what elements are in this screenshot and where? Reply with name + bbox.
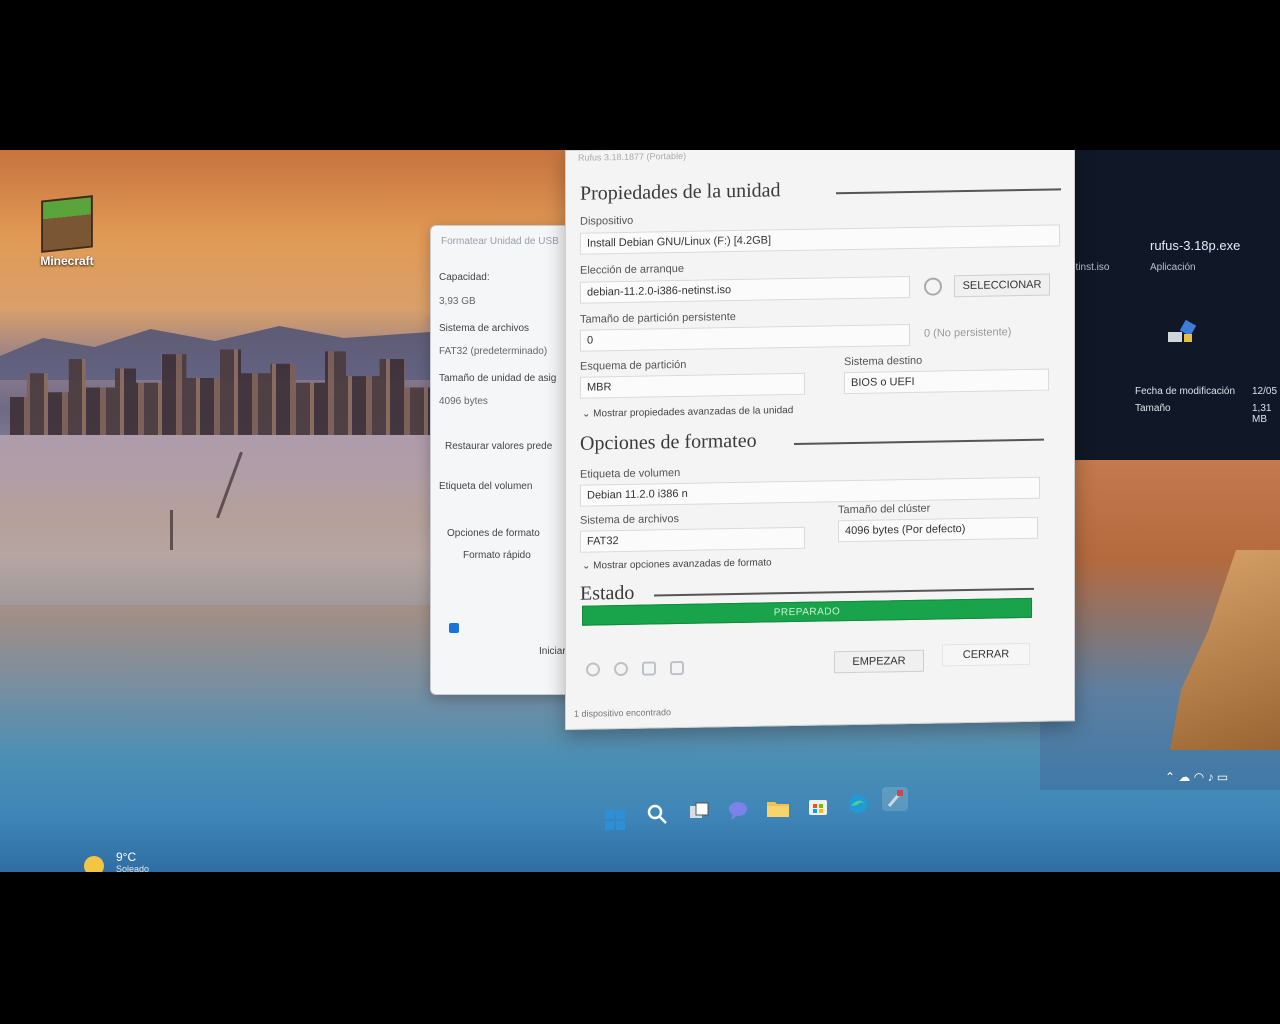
globe-icon[interactable]	[586, 662, 600, 677]
wifi-icon[interactable]: ◠	[1194, 770, 1204, 784]
etiqueta-volumen-label: Etiqueta del volumen	[439, 481, 533, 492]
seleccionar-button[interactable]: SELECCIONAR	[954, 273, 1050, 298]
sistema-destino-label: Sistema destino	[844, 354, 923, 369]
rufus-app-icon	[1166, 319, 1200, 348]
advanced-drive-toggle[interactable]: ⌄ Mostrar propiedades avanzadas de la un…	[582, 405, 793, 420]
section-drive-properties: Propiedades de la unidad	[580, 179, 781, 205]
progress-text: PREPARADO	[773, 606, 841, 619]
tamano-value: 1,31 MB	[1252, 403, 1272, 425]
capacidad-value[interactable]: 3,93 GB	[439, 296, 476, 307]
status-progress-bar: PREPARADO	[582, 597, 1032, 626]
windows-start-icon[interactable]	[602, 808, 628, 832]
etiqueta-volumen-input[interactable]: Debian 11.2.0 i386 n	[580, 476, 1040, 507]
system-tray[interactable]: ⌃ ☁ ◠ ♪ ▭	[1165, 770, 1228, 784]
section-format-rule	[794, 438, 1044, 446]
wallpaper-mountains	[0, 326, 430, 380]
file-name-partial[interactable]: etinst.iso	[1070, 262, 1109, 273]
rufus-window: Rufus 3.18.1877 (Portable) Propiedades d…	[565, 150, 1075, 731]
weather-desc: Soleado	[116, 864, 150, 872]
dispositivo-label: Dispositivo	[580, 214, 634, 228]
iniciar-button[interactable]: Iniciar	[539, 646, 566, 657]
chat-icon[interactable]	[725, 798, 751, 822]
cluster-select[interactable]: 4096 bytes (Por defecto)	[838, 516, 1038, 543]
checksum-icon[interactable]	[924, 277, 942, 296]
chevron-up-icon[interactable]: ⌃	[1165, 770, 1175, 784]
section-format-options: Opciones de formateo	[580, 429, 757, 455]
minecraft-label: Minecraft	[40, 254, 94, 268]
section-drive-rule	[836, 188, 1061, 195]
rufus-file-name[interactable]: rufus-3.18p.exe	[1150, 238, 1240, 253]
fecha-label: Fecha de modificación	[1135, 386, 1236, 397]
esquema-particion-select[interactable]: MBR	[580, 372, 805, 399]
advanced-drive-label: Mostrar propiedades avanzadas de la unid…	[593, 405, 794, 420]
log-icon[interactable]	[670, 660, 684, 676]
eleccion-arranque-label: Elección de arranque	[580, 262, 684, 277]
edge-icon[interactable]	[845, 792, 871, 816]
store-icon[interactable]	[805, 794, 831, 818]
rufus-file-type: Aplicación	[1150, 262, 1196, 273]
advanced-format-toggle[interactable]: ⌄ Mostrar opciones avanzadas de formato	[582, 557, 772, 571]
sistema-destino-select[interactable]: BIOS o UEFI	[844, 368, 1049, 395]
battery-icon[interactable]: ▭	[1217, 770, 1228, 784]
dispositivo-select[interactable]: Install Debian GNU/Linux (F:) [4.2GB]	[580, 224, 1060, 255]
section-status: Estado	[580, 581, 635, 605]
status-bar-text: 1 dispositivo encontrado	[574, 707, 672, 719]
persistente-slider[interactable]: 0	[580, 323, 910, 352]
format-window-title: Formatear Unidad de USB	[441, 236, 559, 247]
task-view-icon[interactable]	[686, 800, 712, 824]
chevron-down-icon: ⌄	[582, 408, 594, 420]
tamano-unidad-value[interactable]: 4096 bytes	[439, 396, 488, 407]
persistente-note: 0 (No persistente)	[924, 326, 1012, 340]
format-usb-window: Formatear Unidad de USB Capacidad: 3,93 …	[430, 225, 580, 695]
formato-rapido-label: Formato rápido	[463, 550, 531, 561]
sistema-archivos-label: Sistema de archivos	[439, 323, 530, 334]
cloud-icon: ☁	[1178, 770, 1191, 784]
weather-temp: 9°C	[116, 850, 137, 864]
opciones-formato-label: Opciones de formato	[447, 528, 540, 539]
eleccion-arranque-select[interactable]: debian-11.2.0-i386-netinst.iso	[580, 275, 910, 304]
capacidad-label: Capacidad:	[439, 272, 490, 283]
cluster-label: Tamaño del clúster	[838, 502, 931, 517]
empezar-button[interactable]: EMPEZAR	[834, 649, 924, 674]
formato-rapido-checkbox[interactable]	[449, 623, 459, 633]
fs-label: Sistema de archivos	[580, 513, 680, 527]
esquema-particion-label: Esquema de partición	[580, 358, 687, 373]
volume-icon[interactable]: ♪	[1208, 770, 1214, 784]
info-icon[interactable]	[614, 661, 628, 677]
search-icon[interactable]	[644, 802, 670, 826]
rufus-title: Rufus 3.18.1877 (Portable)	[578, 150, 687, 163]
rufus-icon[interactable]	[882, 787, 908, 811]
weather-icon	[84, 856, 104, 872]
persistente-label: Tamaño de partición persistente	[580, 311, 736, 326]
settings-icon[interactable]	[642, 661, 656, 676]
chevron-down-icon: ⌄	[582, 560, 594, 572]
wallpaper-pole	[170, 510, 173, 550]
fecha-value: 12/05	[1252, 386, 1278, 397]
weather-widget[interactable]: 9°C Soleado	[116, 850, 149, 872]
minecraft-icon	[41, 195, 93, 253]
sistema-archivos-value[interactable]: FAT32 (predeterminado)	[439, 346, 547, 357]
minecraft-desktop-icon[interactable]: Minecraft	[32, 195, 102, 268]
advanced-format-label: Mostrar opciones avanzadas de formato	[593, 557, 772, 572]
etiqueta-volumen-label: Etiqueta de volumen	[580, 466, 681, 481]
tamano-label: Tamaño	[1135, 403, 1171, 414]
restaurar-button[interactable]: Restaurar valores prede	[445, 441, 552, 452]
file-explorer-icon[interactable]	[765, 796, 791, 820]
cerrar-button[interactable]: CERRAR	[942, 642, 1030, 667]
section-status-rule	[654, 587, 1034, 597]
tamano-unidad-label: Tamaño de unidad de asig	[439, 373, 557, 384]
desktop-screen: etinst.iso rufus-3.18p.exe Aplicación Fe…	[0, 150, 1280, 872]
fs-select[interactable]: FAT32	[580, 526, 805, 553]
